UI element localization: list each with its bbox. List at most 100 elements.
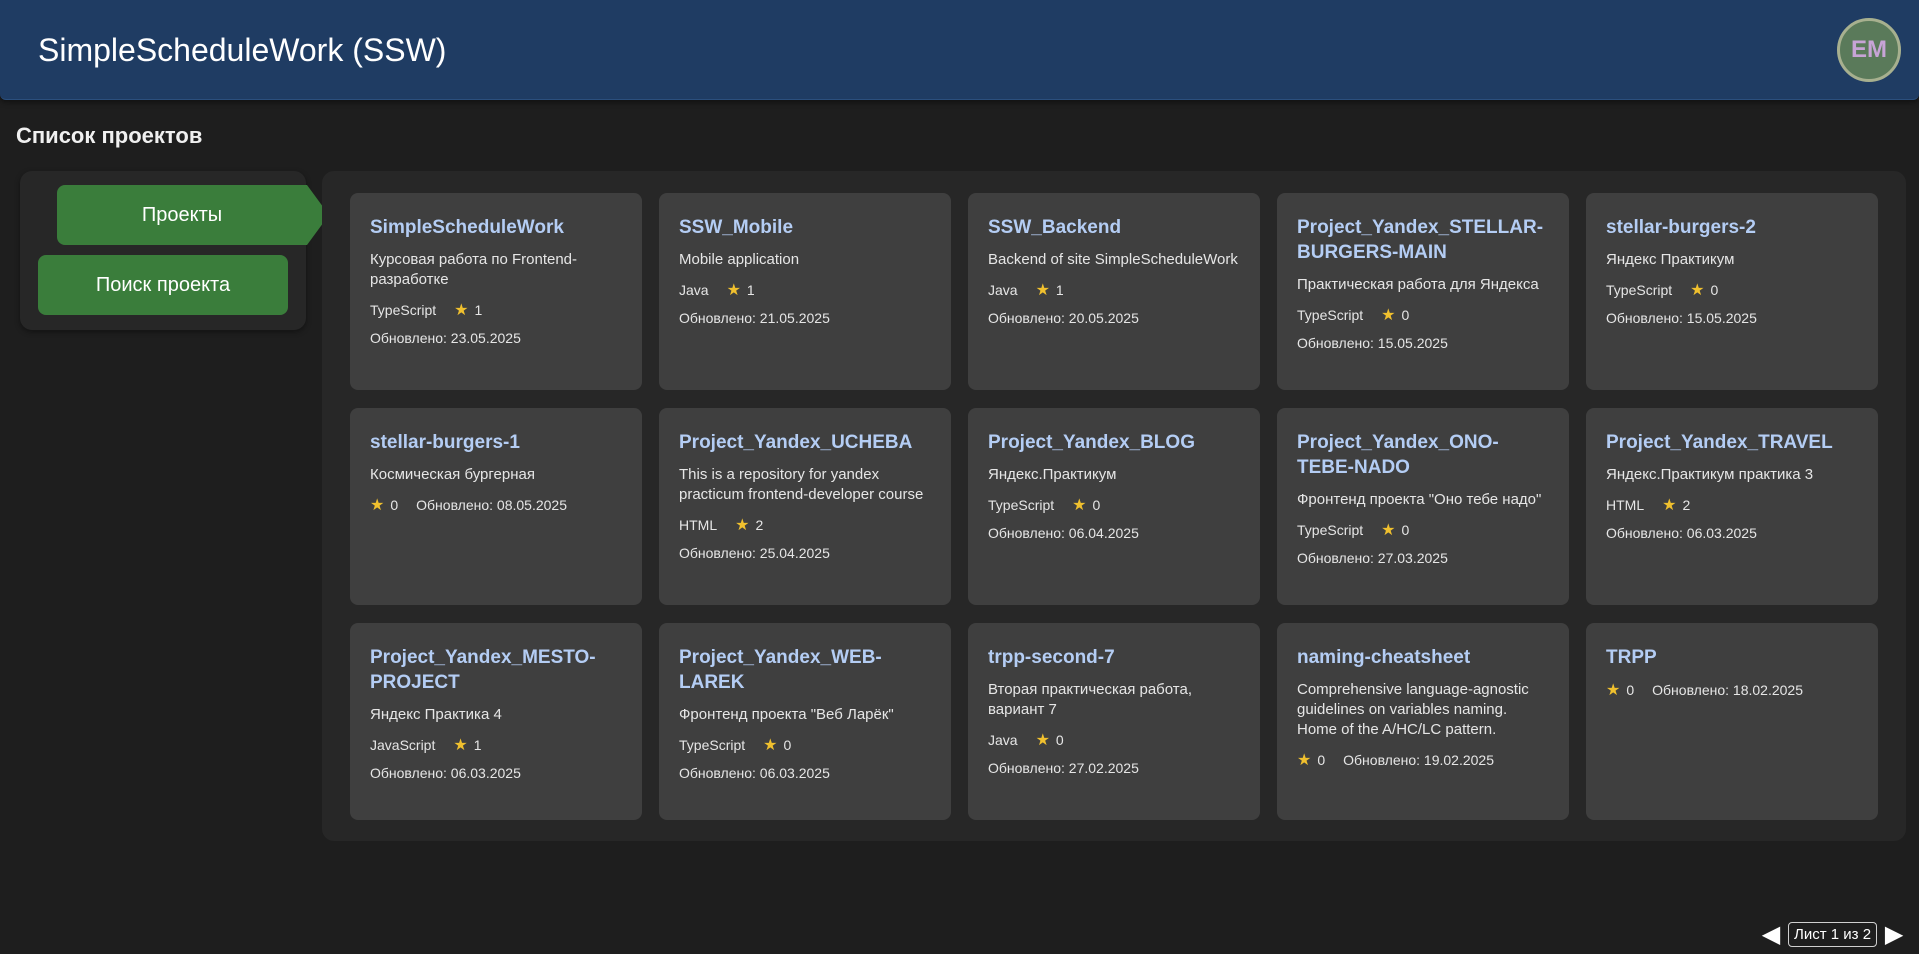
- project-card[interactable]: Project_Yandex_TRAVEL Яндекс.Практикум пр…: [1586, 408, 1878, 605]
- project-meta: ★ 0 Обновлено: 19.02.2025: [1297, 750, 1549, 770]
- project-language: Java: [679, 282, 709, 298]
- project-language: HTML: [1606, 497, 1645, 513]
- project-meta: TypeScript ★ 0: [679, 735, 931, 755]
- project-stars: 1: [474, 302, 483, 318]
- project-stars: 0: [1401, 522, 1410, 538]
- project-stars: 1: [746, 282, 755, 298]
- project-card[interactable]: SimpleScheduleWork Курсовая работа по Fro…: [350, 193, 642, 390]
- project-stars: 0: [1317, 752, 1326, 768]
- project-stars: 0: [1710, 282, 1719, 298]
- project-updated: Обновлено: 27.02.2025: [988, 760, 1139, 776]
- avatar[interactable]: EM: [1837, 18, 1901, 82]
- project-card[interactable]: stellar-burgers-2 Яндекс Практикум TypeScr…: [1586, 193, 1878, 390]
- projects-panel: SimpleScheduleWork Курсовая работа по Fro…: [322, 171, 1906, 841]
- star-icon: ★: [1035, 732, 1050, 749]
- star-icon: ★: [1297, 752, 1312, 769]
- project-card[interactable]: trpp-second-7 Вторая практическая работа,…: [968, 623, 1260, 820]
- pagination: ◀ Лист 1 из 2 ▶: [1756, 920, 1909, 948]
- project-language: TypeScript: [679, 737, 746, 753]
- project-meta: TypeScript ★ 0: [1297, 305, 1549, 325]
- project-title[interactable]: Project_Yandex_UCHEBA: [679, 430, 931, 455]
- page-indicator: Лист 1 из 2: [1788, 921, 1878, 947]
- project-card[interactable]: Project_Yandex_STELLAR-BURGERS-MAIN Практ…: [1277, 193, 1569, 390]
- nav-projects-button[interactable]: Проекты: [57, 185, 329, 245]
- project-card[interactable]: Project_Yandex_BLOG Яндекс.Практикум TypeS…: [968, 408, 1260, 605]
- nav-search-project-button[interactable]: Поиск проекта: [38, 255, 288, 315]
- project-updated: Обновлено: 15.05.2025: [1606, 310, 1757, 326]
- project-title[interactable]: Project_Yandex_ONO-TEBE-NADO: [1297, 430, 1549, 480]
- project-stars: 0: [1626, 682, 1635, 698]
- project-meta: TypeScript ★ 0: [1606, 280, 1858, 300]
- star-icon: ★: [1690, 282, 1705, 299]
- project-description: Космическая бургерная: [370, 466, 535, 483]
- project-meta: ★ 0 Обновлено: 08.05.2025: [370, 495, 622, 515]
- project-language: HTML: [679, 517, 718, 533]
- project-updated: Обновлено: 27.03.2025: [1297, 550, 1448, 566]
- project-description: Яндекс Практикум: [1606, 251, 1735, 268]
- project-card[interactable]: Project_Yandex_WEB-LAREK Фронтенд проекта…: [659, 623, 951, 820]
- project-card[interactable]: SSW_Backend Backend of site SimpleSchedul…: [968, 193, 1260, 390]
- project-stars: 2: [755, 517, 764, 533]
- project-card[interactable]: Project_Yandex_UCHEBA This is a repositor…: [659, 408, 951, 605]
- project-meta: ★ 0 Обновлено: 18.02.2025: [1606, 680, 1858, 700]
- app-header: SimpleScheduleWork (SSW) EM: [0, 0, 1919, 100]
- project-title[interactable]: TRPP: [1606, 645, 1858, 670]
- project-title[interactable]: naming-cheatsheet: [1297, 645, 1549, 670]
- project-meta: TypeScript ★ 1: [370, 300, 622, 320]
- project-title[interactable]: stellar-burgers-2: [1606, 215, 1858, 240]
- project-title[interactable]: SSW_Backend: [988, 215, 1240, 240]
- project-card[interactable]: Project_Yandex_MESTO-PROJECT Яндекс Практ…: [350, 623, 642, 820]
- project-description: Фронтенд проекта "Веб Ларёк": [679, 706, 894, 723]
- project-meta: Java ★ 1: [679, 280, 931, 300]
- project-meta: HTML ★ 2: [679, 515, 931, 535]
- project-meta: JavaScript ★ 1: [370, 735, 622, 755]
- project-updated: Обновлено: 19.02.2025: [1343, 752, 1495, 768]
- project-stars: 0: [783, 737, 792, 753]
- project-card[interactable]: SSW_Mobile Mobile application Java ★ 1 Обновл…: [659, 193, 951, 390]
- project-updated: Обновлено: 08.05.2025: [416, 497, 568, 513]
- next-page-icon[interactable]: ▶: [1879, 920, 1909, 949]
- project-title[interactable]: trpp-second-7: [988, 645, 1240, 670]
- project-title[interactable]: Project_Yandex_WEB-LAREK: [679, 645, 931, 695]
- project-description: Backend of site SimpleScheduleWork: [988, 251, 1238, 268]
- project-language: TypeScript: [1297, 307, 1364, 323]
- project-updated: Обновлено: 18.02.2025: [1652, 682, 1804, 698]
- prev-page-icon[interactable]: ◀: [1756, 920, 1786, 949]
- project-meta: HTML ★ 2: [1606, 495, 1858, 515]
- project-title[interactable]: Project_Yandex_MESTO-PROJECT: [370, 645, 622, 695]
- project-description: Яндекс Практика 4: [370, 706, 502, 723]
- project-description: This is a repository for yandex practicu…: [679, 466, 924, 503]
- project-title[interactable]: Project_Yandex_TRAVEL: [1606, 430, 1858, 455]
- project-description: Фронтенд проекта "Оно тебе надо": [1297, 491, 1542, 508]
- project-title[interactable]: Project_Yandex_BLOG: [988, 430, 1240, 455]
- project-updated: Обновлено: 15.05.2025: [1297, 335, 1448, 351]
- star-icon: ★: [1662, 497, 1677, 514]
- project-card[interactable]: TRPP ★ 0 Обновлено: 18.02.2025: [1586, 623, 1878, 820]
- star-icon: ★: [735, 517, 750, 534]
- project-updated: Обновлено: 06.03.2025: [679, 765, 830, 781]
- project-title[interactable]: Project_Yandex_STELLAR-BURGERS-MAIN: [1297, 215, 1549, 265]
- project-language: TypeScript: [1297, 522, 1364, 538]
- app-title: SimpleScheduleWork (SSW): [38, 32, 447, 68]
- project-description: Яндекс.Практикум практика 3: [1606, 466, 1814, 483]
- star-icon: ★: [1072, 497, 1087, 514]
- project-card[interactable]: naming-cheatsheet Comprehensive language-…: [1277, 623, 1569, 820]
- project-updated: Обновлено: 06.03.2025: [370, 765, 521, 781]
- projects-grid: SimpleScheduleWork Курсовая работа по Fro…: [350, 193, 1878, 820]
- project-card[interactable]: Project_Yandex_ONO-TEBE-NADO Фронтенд про…: [1277, 408, 1569, 605]
- project-meta: Java ★ 0: [988, 730, 1240, 750]
- project-language: TypeScript: [1606, 282, 1673, 298]
- project-language: JavaScript: [370, 737, 436, 753]
- project-stars: 0: [390, 497, 399, 513]
- project-language: TypeScript: [370, 302, 437, 318]
- project-title[interactable]: SimpleScheduleWork: [370, 215, 622, 240]
- project-language: Java: [988, 282, 1018, 298]
- star-icon: ★: [763, 737, 778, 754]
- page-title: Список проектов: [16, 123, 203, 148]
- project-updated: Обновлено: 06.04.2025: [988, 525, 1139, 541]
- star-icon: ★: [453, 737, 468, 754]
- project-title[interactable]: SSW_Mobile: [679, 215, 931, 240]
- project-description: Практическая работа для Яндекса: [1297, 276, 1539, 293]
- project-card[interactable]: stellar-burgers-1 Космическая бургерная ★ 0…: [350, 408, 642, 605]
- project-title[interactable]: stellar-burgers-1: [370, 430, 622, 455]
